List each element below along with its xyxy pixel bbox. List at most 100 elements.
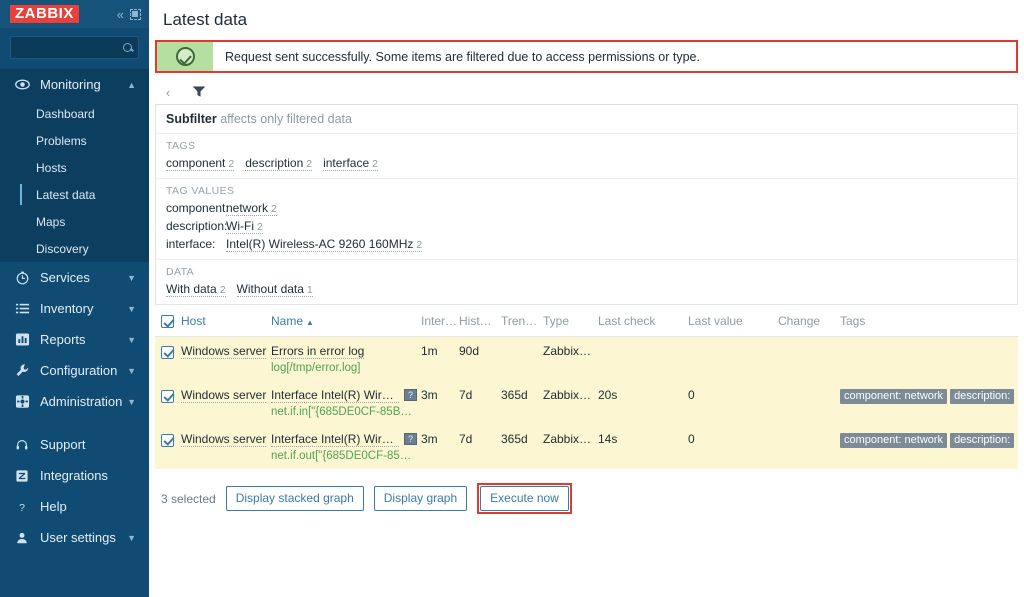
sidebar-utility-menu: SupportIntegrations? Help User settings▼ — [0, 429, 149, 553]
row-last-value: 0 — [688, 425, 778, 469]
subfilter-chip-count: 2 — [257, 221, 263, 233]
tag-chip[interactable]: description: — [950, 389, 1014, 404]
latest-data-table: HostName▲Inter…Hist…Tren…TypeLast checkL… — [155, 305, 1018, 469]
host-link[interactable]: Windows server — [181, 432, 266, 447]
search-icon[interactable] — [123, 43, 132, 52]
chevron-left-icon[interactable]: ‹ — [157, 80, 179, 104]
sidebar-group-configuration[interactable]: Configuration▼ — [0, 355, 149, 386]
chevron-down-icon: ▼ — [127, 533, 136, 543]
table-row[interactable]: Windows server Interface Intel(R) Wirel…?… — [155, 425, 1018, 469]
headset-icon — [12, 437, 32, 453]
success-check-icon — [176, 47, 195, 66]
sidebar-group-reports[interactable]: Reports▼ — [0, 324, 149, 355]
row-name-cell: Interface Intel(R) Wirel…?net.if.out["{6… — [271, 425, 421, 469]
row-select-cell — [155, 337, 181, 382]
row-type: Zabbix a… — [543, 425, 598, 469]
info-icon[interactable]: ? — [404, 389, 417, 401]
row-name-cell: Interface Intel(R) Wirel…?net.if.in["{68… — [271, 381, 421, 425]
column-header-host[interactable]: Host — [181, 305, 271, 337]
item-name-link[interactable]: Errors in error log — [271, 344, 364, 359]
subfilter-chips: With data2 Without data1 — [166, 282, 313, 297]
subfilter-chip[interactable]: With data2 — [166, 282, 226, 297]
host-link[interactable]: Windows server — [181, 344, 266, 359]
sidebar-item-dashboard[interactable]: Dashboard — [0, 100, 149, 127]
row-tags-cell — [840, 337, 1018, 382]
row-checkbox[interactable] — [161, 390, 174, 403]
row-last-value-value: 0 — [688, 388, 774, 402]
sidebar-item-user-settings[interactable]: User settings▼ — [0, 522, 149, 553]
subfilter-chip[interactable]: Wi-Fi2 — [226, 219, 263, 234]
sidebar-item-maps[interactable]: Maps — [0, 208, 149, 235]
row-checkbox[interactable] — [161, 346, 174, 359]
svg-text:?: ? — [19, 501, 25, 513]
display-stacked-graph-button[interactable]: Display stacked graph — [226, 486, 364, 511]
sidebar-item-integrations[interactable]: Integrations — [0, 460, 149, 491]
filter-tab[interactable] — [181, 79, 217, 104]
subfilter-chip[interactable]: Without data1 — [237, 282, 313, 297]
tag-chip[interactable]: component: network — [840, 389, 947, 404]
sidebar-item-label: Help — [40, 499, 149, 514]
column-header-label: Hist… — [459, 314, 492, 328]
collapse-sidebar-icon[interactable]: « — [117, 8, 124, 21]
subfilter-row: With data2 Without data1 — [166, 282, 1007, 297]
subfilter-chip[interactable]: component2 — [166, 156, 234, 171]
sidebar-header: ZABBIX « — [0, 0, 149, 28]
item-key: log[/tmp/error.log] — [271, 362, 417, 374]
sidebar-group-label: Administration — [40, 394, 127, 409]
row-host-cell: Windows server — [181, 425, 271, 469]
sidebar-item-latest-data[interactable]: Latest data — [0, 181, 149, 208]
item-name-link[interactable]: Interface Intel(R) Wirel… — [271, 388, 399, 403]
sidebar-group-administration[interactable]: Administration▼ — [0, 386, 149, 417]
info-icon[interactable]: ? — [404, 433, 417, 445]
table-row[interactable]: Windows server Errors in error log log[/tm… — [155, 337, 1018, 382]
zabbix-logo[interactable]: ZABBIX — [10, 5, 79, 24]
sidebar-group-label: Inventory — [40, 301, 127, 316]
message-text: Request sent successfully. Some items ar… — [213, 42, 700, 71]
subfilter-chips: Wi-Fi2 — [226, 219, 263, 234]
message-wrap: Request sent successfully. Some items ar… — [149, 40, 1024, 73]
row-checkbox[interactable] — [161, 434, 174, 447]
sidebar-group-services[interactable]: Services▼ — [0, 262, 149, 293]
sidebar-group-monitoring[interactable]: Monitoring▲ — [0, 69, 149, 100]
search-input[interactable] — [17, 41, 123, 55]
sidebar-item-hosts[interactable]: Hosts — [0, 154, 149, 181]
sidebar-group-label: Configuration — [40, 363, 127, 378]
subfilter-chip-label: network — [226, 201, 268, 215]
select-all-checkbox[interactable] — [161, 315, 174, 328]
row-trends: 365d — [501, 381, 543, 425]
row-change — [778, 425, 840, 469]
sidebar-item-support[interactable]: Support — [0, 429, 149, 460]
sidebar-item-discovery[interactable]: Discovery — [0, 235, 149, 262]
chevron-up-icon: ▲ — [127, 80, 136, 90]
row-trends: 365d — [501, 425, 543, 469]
chevron-down-icon: ▼ — [127, 304, 136, 314]
subfilter-row: component:network2 — [166, 201, 1007, 216]
execute-now-button[interactable]: Execute now — [480, 486, 569, 511]
tag-chip[interactable]: description: — [950, 433, 1014, 448]
sidebar-item-problems[interactable]: Problems — [0, 127, 149, 154]
row-last-check — [598, 337, 688, 382]
column-header-name[interactable]: Name▲ — [271, 305, 421, 337]
subfilter-chips: component2 description2 interface2 — [166, 156, 378, 171]
subfilter-chip[interactable]: interface2 — [323, 156, 378, 171]
sidebar-search[interactable] — [10, 36, 139, 59]
sidebar-menu: Monitoring▲DashboardProblemsHostsLatest … — [0, 69, 149, 417]
subfilter-chip[interactable]: Intel(R) Wireless-AC 9260 160MHz2 — [226, 237, 422, 252]
item-name-link[interactable]: Interface Intel(R) Wirel… — [271, 432, 399, 447]
main-content: Latest data Request sent successfully. S… — [149, 0, 1024, 597]
column-header-inter: Inter… — [421, 305, 459, 337]
row-type-value: Zabbix a… — [543, 388, 594, 402]
subfilter-chip[interactable]: description2 — [245, 156, 312, 171]
row-select-cell — [155, 381, 181, 425]
host-link[interactable]: Windows server — [181, 388, 266, 403]
tag-chip[interactable]: component: network — [840, 433, 947, 448]
table-row[interactable]: Windows server Interface Intel(R) Wirel…?… — [155, 381, 1018, 425]
subfilter-chip[interactable]: network2 — [226, 201, 277, 216]
compact-view-icon[interactable] — [130, 9, 141, 20]
sidebar-group-inventory[interactable]: Inventory▼ — [0, 293, 149, 324]
display-graph-button[interactable]: Display graph — [374, 486, 467, 511]
sidebar-item-help[interactable]: ? Help — [0, 491, 149, 522]
subfilter-chip-count: 2 — [416, 239, 422, 251]
subfilter-chip-label: description — [245, 156, 303, 170]
page-title: Latest data — [149, 0, 1024, 40]
